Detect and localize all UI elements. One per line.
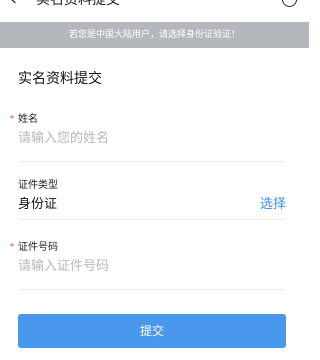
id-number-label: 证件号码 (18, 242, 58, 253)
id-number-field[interactable]: * 证件号码 请输入证件号码 (10, 242, 286, 290)
submit-button[interactable]: 提交 (18, 314, 286, 348)
id-number-input[interactable]: 请输入证件号码 (18, 259, 109, 275)
required-mark: * (10, 114, 14, 123)
name-input[interactable]: 请输入您的姓名 (18, 131, 109, 147)
required-mark: * (10, 242, 14, 251)
id-type-field[interactable]: 证件类型 身份证 选择 (18, 180, 286, 220)
top-bar: ‹ 实名资料提交 (0, 0, 309, 22)
help-icon[interactable] (282, 0, 297, 7)
id-type-value: 身份证 (18, 197, 58, 212)
page-title: 实名资料提交 (36, 0, 120, 8)
select-id-type-link[interactable]: 选择 (260, 197, 286, 213)
name-label: 姓名 (18, 114, 38, 125)
section-title: 实名资料提交 (18, 71, 102, 87)
notice-banner: 若您是中国大陆用户，请选择身份证验证！ (0, 22, 309, 48)
name-field[interactable]: * 姓名 请输入您的姓名 (10, 114, 286, 162)
id-type-label: 证件类型 (18, 180, 58, 191)
back-arrow-icon[interactable]: ‹ (10, 0, 17, 9)
